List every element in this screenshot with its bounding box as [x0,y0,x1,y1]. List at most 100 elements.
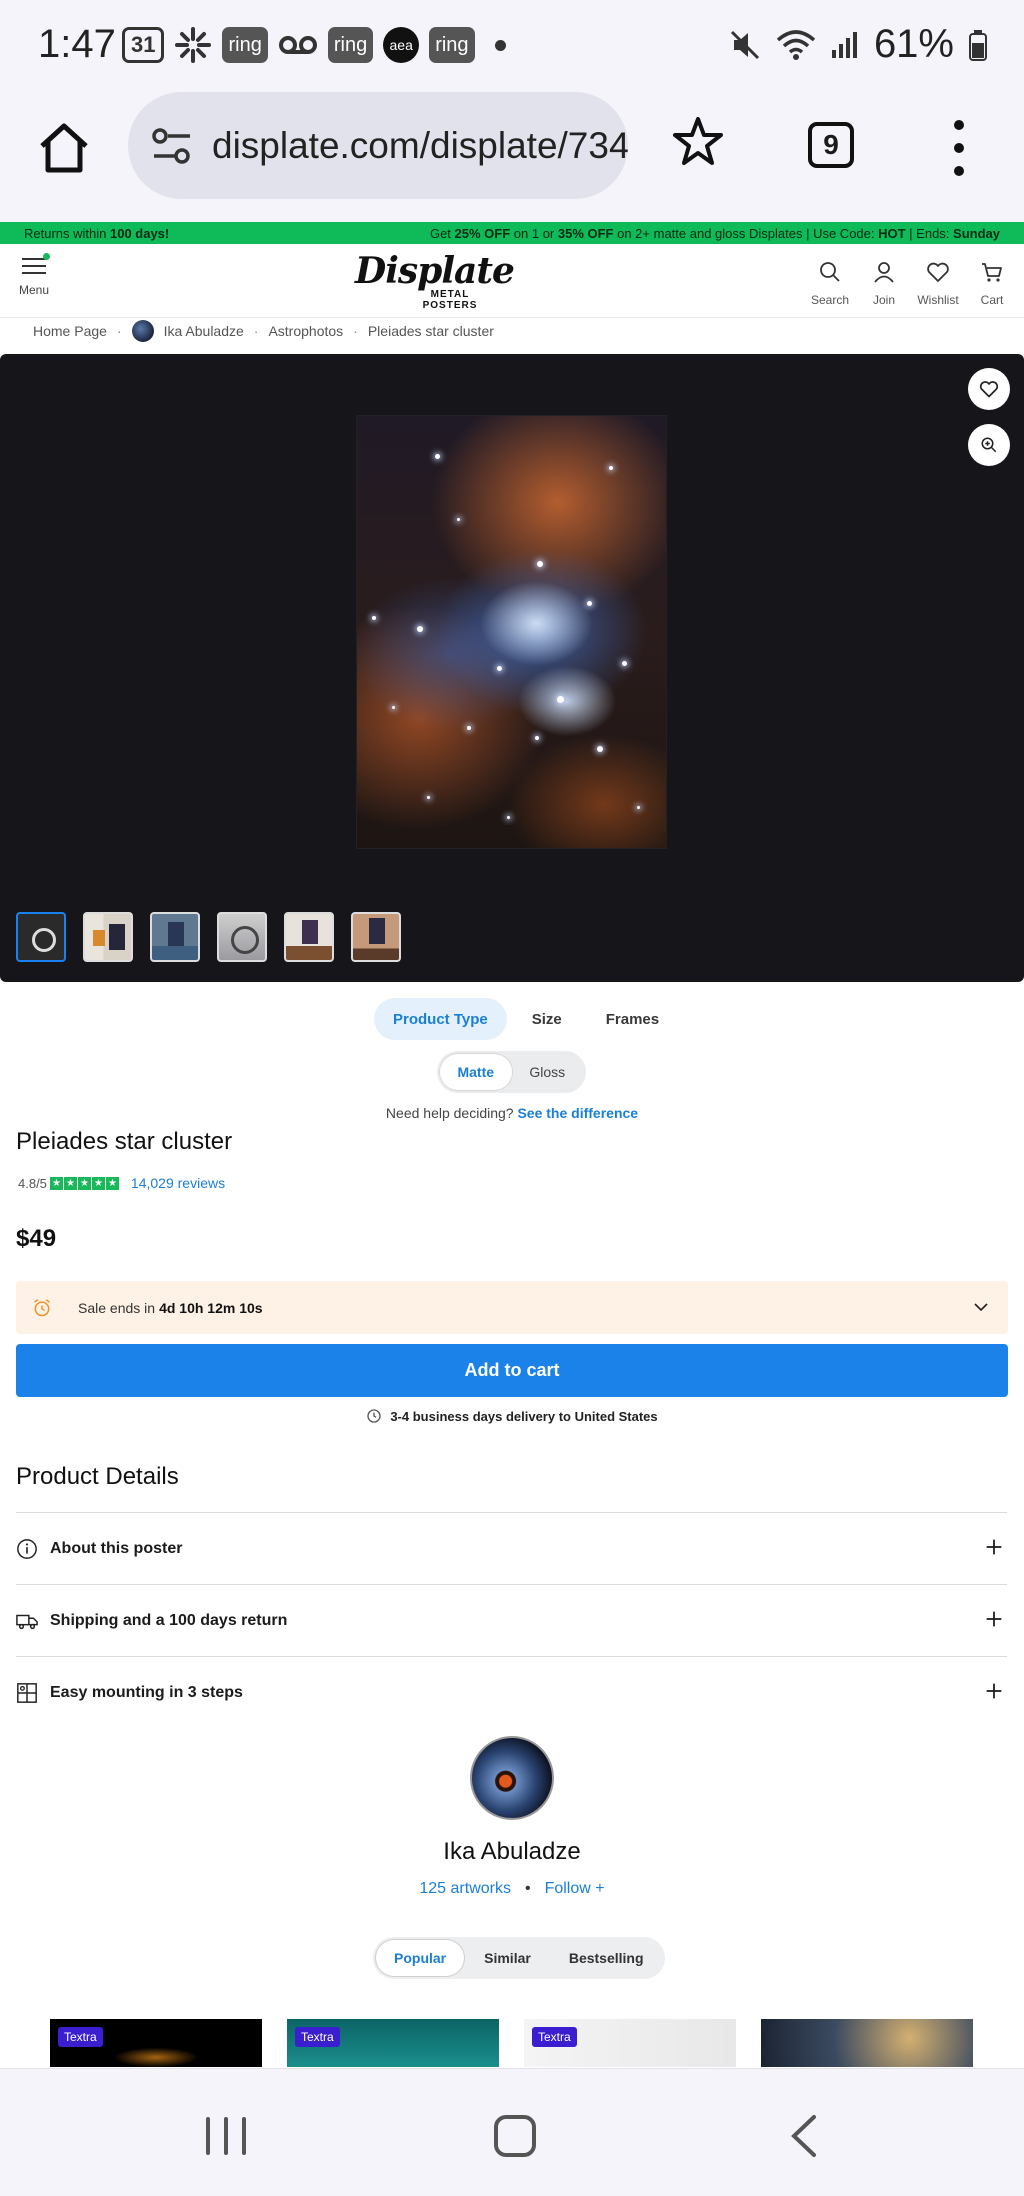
star-icon: ★ [77,1176,91,1190]
system-nav-bar [0,2068,1024,2196]
delivery-info: 3-4 business days delivery to United Sta… [0,1408,1024,1424]
system-icons: 61% [728,22,988,67]
zoom-button[interactable] [968,424,1010,466]
artist-avatar[interactable] [470,1736,554,1820]
star-icon: ★ [91,1176,105,1190]
artwork-card[interactable]: Textra [524,2019,736,2067]
accordion-easy-mounting[interactable]: Easy mounting in 3 steps [16,1656,1007,1728]
cart-icon [982,263,1002,282]
more-menu-icon[interactable] [952,120,966,176]
product-details-heading: Product Details [16,1463,179,1490]
poster-image[interactable] [357,416,666,848]
see-difference-link[interactable]: See the difference [517,1105,638,1121]
accordion-shipping-return[interactable]: Shipping and a 100 days return [16,1584,1007,1656]
star-icon: ★ [105,1176,119,1190]
promo-returns: Returns within 100 days! [24,225,170,241]
alarm-clock-icon [34,1298,50,1316]
rating-value: 4.8/5 [18,1175,47,1191]
pinwheel-icon [175,27,212,63]
rating-row: 4.8/5 ★ ★ ★ ★ ★ 14,029 reviews [18,1175,225,1191]
breadcrumb-separator: · [116,323,122,339]
url-text: displate.com/displate/734 [212,124,628,166]
option-tabs: Product Type Size Frames [374,998,678,1040]
heart-icon [979,381,999,398]
plus-icon [986,1611,1002,1627]
breadcrumb-home[interactable]: Home Page [33,323,107,339]
home-button[interactable] [494,2115,536,2157]
cart-button[interactable]: Cart [974,260,1010,307]
clock-icon [367,1409,381,1423]
search-icon [820,262,840,282]
thumbnail-image[interactable] [83,912,133,962]
displate-logo[interactable]: Displate METAL POSTERS [355,250,515,311]
product-gallery [0,354,1024,982]
thumbnail-3d-view[interactable] [16,912,66,962]
artist-name[interactable]: Ika Abuladze [0,1838,1024,1866]
tab-popular[interactable]: Popular [376,1940,465,1976]
finish-gloss-button[interactable]: Gloss [512,1054,584,1090]
artwork-card[interactable]: Textra [287,2019,499,2067]
tab-size[interactable]: Size [513,998,581,1040]
promo-banner[interactable]: Returns within 100 days! Get 25% OFF on … [0,222,1024,244]
breadcrumb-separator: · [353,323,358,339]
menu-button[interactable]: Menu [14,253,54,297]
textra-badge: Textra [295,2027,340,2047]
thumbnail-strip [16,912,401,962]
status-time: 1:47 [38,22,116,66]
plus-icon [986,1683,1002,1699]
thumbnail-image[interactable] [217,912,267,962]
bookmark-star-icon[interactable] [670,114,726,170]
mute-icon [730,30,759,59]
sale-timer: 4d 10h 12m 10s [159,1299,263,1316]
artworks-link[interactable]: 125 artworks [419,1880,511,1898]
breadcrumb-current: Pleiades star cluster [367,323,494,339]
reviews-link[interactable]: 14,029 reviews [131,1175,225,1191]
thumbnail-image[interactable] [351,912,401,962]
thumbnail-image[interactable] [284,912,334,962]
product-title: Pleiades star cluster [16,1128,233,1155]
help-text: Need help deciding? See the difference [385,1105,639,1121]
thumbnail-image[interactable] [150,912,200,962]
chevron-down-icon [974,1303,988,1312]
battery-percent: 61% [873,22,954,66]
artwork-card[interactable] [761,2019,973,2067]
breadcrumb-separator: · [253,323,259,339]
browser-toolbar: displate.com/displate/734 9 [0,92,1024,222]
follow-button[interactable]: Follow + [545,1880,605,1898]
separator-dot: • [524,1880,531,1897]
user-icon [874,262,894,283]
tab-frames[interactable]: Frames [587,998,678,1040]
home-icon[interactable] [34,118,94,178]
star-icon: ★ [63,1176,77,1190]
address-bar[interactable]: displate.com/displate/734 [128,92,628,199]
site-settings-icon[interactable] [150,124,194,168]
breadcrumb-category[interactable]: Astrophotos [268,323,343,339]
back-button[interactable] [786,2113,820,2159]
accordion-about-poster[interactable]: About this poster [16,1512,1007,1584]
tab-similar[interactable]: Similar [466,1940,549,1976]
hamburger-icon [22,253,50,274]
amazon-icon: aea [383,27,420,63]
sale-countdown-banner[interactable]: Sale ends in 4d 10h 12m 10s [16,1281,1008,1334]
breadcrumb-artist[interactable]: Ika Abuladze [164,323,244,339]
textra-badge: Textra [532,2027,577,2047]
favorite-button[interactable] [968,368,1010,410]
tab-switcher-button[interactable]: 9 [808,122,854,168]
wishlist-button[interactable]: Wishlist [917,260,959,307]
mounting-icon [17,1682,37,1703]
search-button[interactable]: Search [811,260,849,307]
join-button[interactable]: Join [866,260,902,307]
recents-button[interactable] [206,2117,246,2155]
rating-stars: ★ ★ ★ ★ ★ [49,1176,119,1190]
wifi-icon [776,29,816,60]
artwork-card[interactable]: Textra [50,2019,262,2067]
truck-icon [16,1614,38,1629]
zoom-in-icon [981,437,997,453]
promo-offer: Get 25% OFF on 1 or 35% OFF on 2+ matte … [429,225,1000,241]
finish-matte-button[interactable]: Matte [440,1054,512,1090]
tab-bestselling[interactable]: Bestselling [551,1940,662,1976]
add-to-cart-button[interactable]: Add to cart [16,1344,1008,1397]
ring-icon: ring [222,27,268,63]
tab-product-type[interactable]: Product Type [374,998,507,1040]
site-header: Menu Displate METAL POSTERS Search Join … [0,244,1024,318]
